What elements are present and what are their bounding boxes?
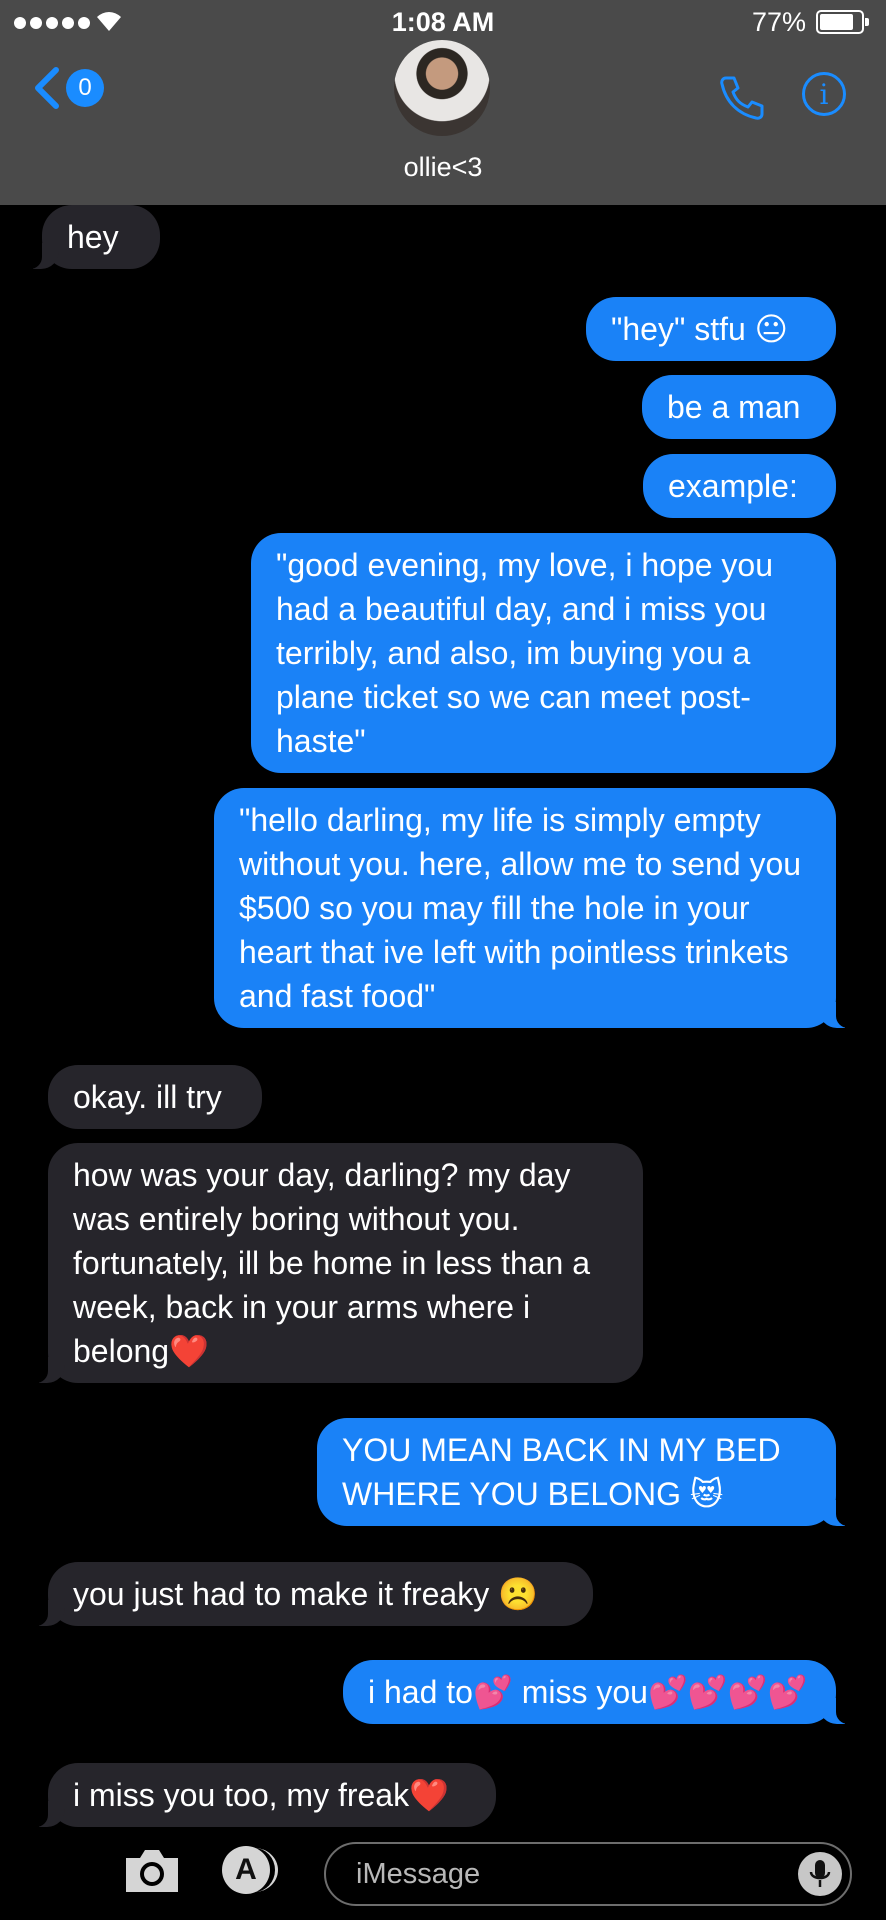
phone-call-icon[interactable]: [716, 72, 768, 124]
message-outgoing[interactable]: example:: [643, 454, 836, 518]
message-outgoing[interactable]: be a man: [642, 375, 836, 439]
message-incoming[interactable]: i miss you too, my freak❤️: [28, 1763, 496, 1827]
message-outgoing[interactable]: i had to💕 miss you💕💕💕💕: [343, 1660, 856, 1724]
contact-avatar[interactable]: [394, 40, 490, 136]
message-incoming[interactable]: okay. ill try: [48, 1065, 262, 1129]
compose-bar: A: [0, 1830, 886, 1920]
message-input[interactable]: [354, 1856, 758, 1892]
microphone-icon[interactable]: [798, 1852, 842, 1896]
message-thread: hey "hey" stfu 😐 be a man example: "good…: [0, 205, 886, 1830]
message-input-field[interactable]: [324, 1842, 852, 1906]
back-button[interactable]: 0: [30, 66, 104, 110]
camera-icon[interactable]: [122, 1844, 182, 1896]
message-incoming[interactable]: hey: [22, 205, 160, 269]
conversation-header: 1:08 AM 77% 0 ollie<3 i: [0, 0, 886, 205]
unread-count-badge: 0: [66, 69, 104, 107]
battery-percentage: 77%: [751, 7, 806, 37]
message-outgoing[interactable]: "hey" stfu 😐: [586, 297, 836, 361]
message-outgoing[interactable]: YOU MEAN BACK IN MY BED WHERE YOU BELONG…: [317, 1418, 856, 1526]
battery-icon: [816, 10, 869, 34]
mic-glyph-icon: [809, 1860, 831, 1887]
info-icon[interactable]: i: [802, 72, 846, 116]
status-bar: 1:08 AM 77%: [0, 0, 886, 42]
message-outgoing[interactable]: "hello darling, my life is simply empty …: [214, 788, 856, 1028]
message-outgoing[interactable]: "good evening, my love, i hope you had a…: [251, 533, 836, 773]
message-incoming[interactable]: you just had to make it freaky ☹️: [28, 1562, 593, 1626]
chevron-left-icon: [35, 67, 59, 109]
app-store-icon[interactable]: A: [222, 1846, 278, 1894]
message-incoming[interactable]: how was your day, darling? my day was en…: [28, 1143, 643, 1383]
contact-name[interactable]: ollie<3: [0, 152, 886, 183]
